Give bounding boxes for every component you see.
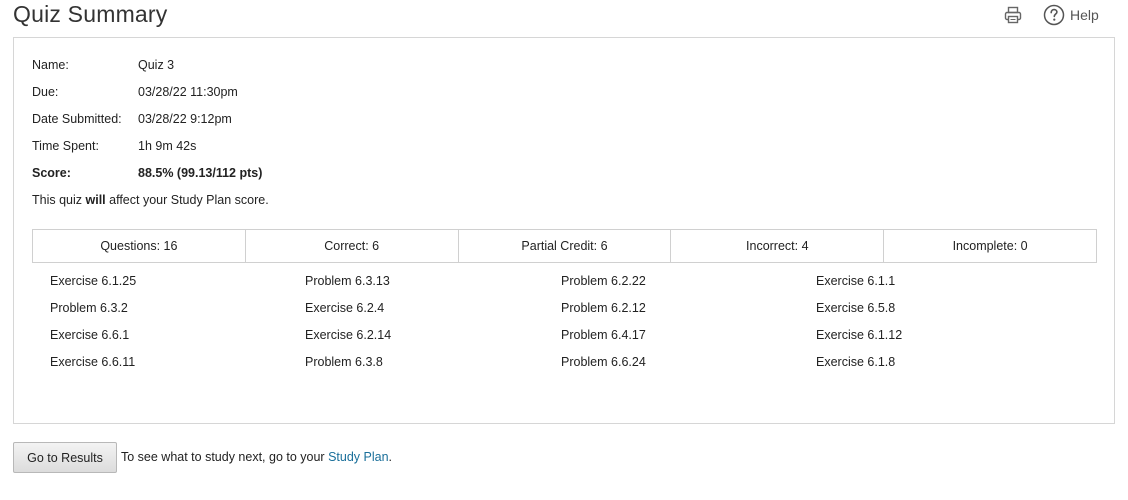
note-suffix: affect your Study Plan score. xyxy=(105,193,269,207)
due-value: 03/28/22 11:30pm xyxy=(138,85,238,99)
question-item: Problem 6.6.24 xyxy=(561,355,646,369)
note-emphasis: will xyxy=(85,193,106,207)
question-item: Exercise 6.1.1 xyxy=(816,274,896,288)
name-label: Name: xyxy=(32,58,69,72)
time-spent-label: Time Spent: xyxy=(32,139,99,153)
question-item: Exercise 6.1.25 xyxy=(50,274,137,288)
help-link[interactable]: Help xyxy=(1043,3,1099,27)
question-item: Problem 6.2.12 xyxy=(561,301,646,315)
question-item: Exercise 6.6.1 xyxy=(50,328,130,342)
submitted-label: Date Submitted: xyxy=(32,112,122,126)
score-value: 88.5% (99.13/112 pts) xyxy=(138,166,263,180)
question-item: Exercise 6.1.8 xyxy=(816,355,896,369)
print-button[interactable] xyxy=(1003,5,1023,25)
question-item: Problem 6.3.13 xyxy=(305,274,390,288)
question-item: Exercise 6.6.11 xyxy=(50,355,136,369)
stat-correct: Correct: 6 xyxy=(246,230,459,262)
stat-partial-credit: Partial Credit: 6 xyxy=(459,230,672,262)
study-plan-link[interactable]: Study Plan xyxy=(328,450,388,464)
question-item: Problem 6.4.17 xyxy=(561,328,646,342)
question-item: Exercise 6.2.14 xyxy=(305,328,392,342)
stat-incorrect: Incorrect: 4 xyxy=(671,230,885,262)
question-item: Problem 6.3.8 xyxy=(305,355,383,369)
question-item: Exercise 6.5.8 xyxy=(816,301,896,315)
submitted-value: 03/28/22 9:12pm xyxy=(138,112,232,126)
printer-icon xyxy=(1004,6,1022,24)
stat-questions: Questions: 16 xyxy=(33,230,246,262)
question-item: Problem 6.3.2 xyxy=(50,301,128,315)
footer-suffix: . xyxy=(388,450,393,464)
footer-prefix: To see what to study next, go to your xyxy=(121,450,329,464)
footer-message: To see what to study next, go to your St… xyxy=(121,448,392,466)
question-item: Exercise 6.2.4 xyxy=(305,301,385,315)
stat-incomplete: Incomplete: 0 xyxy=(952,239,1028,253)
page-title: Quiz Summary xyxy=(13,1,168,27)
study-plan-note: This quiz will affect your Study Plan sc… xyxy=(32,191,269,209)
time-spent-value: 1h 9m 42s xyxy=(138,139,197,153)
go-to-results-button[interactable]: Go to Results xyxy=(13,442,117,473)
question-item: Problem 6.2.22 xyxy=(561,274,646,288)
note-prefix: This quiz xyxy=(32,193,86,207)
due-label: Due: xyxy=(32,85,59,99)
question-item: Exercise 6.1.12 xyxy=(816,328,903,342)
name-value: Quiz 3 xyxy=(138,58,175,72)
quiz-summary-panel: Name: Quiz 3 Due: 03/28/22 11:30pm Date … xyxy=(13,37,1115,424)
question-circle-icon xyxy=(1043,4,1065,26)
help-label: Help xyxy=(1070,7,1099,23)
score-label: Score: xyxy=(32,166,71,180)
question-stats-table: Questions: 16 Correct: 6 Partial Credit:… xyxy=(32,229,1097,263)
